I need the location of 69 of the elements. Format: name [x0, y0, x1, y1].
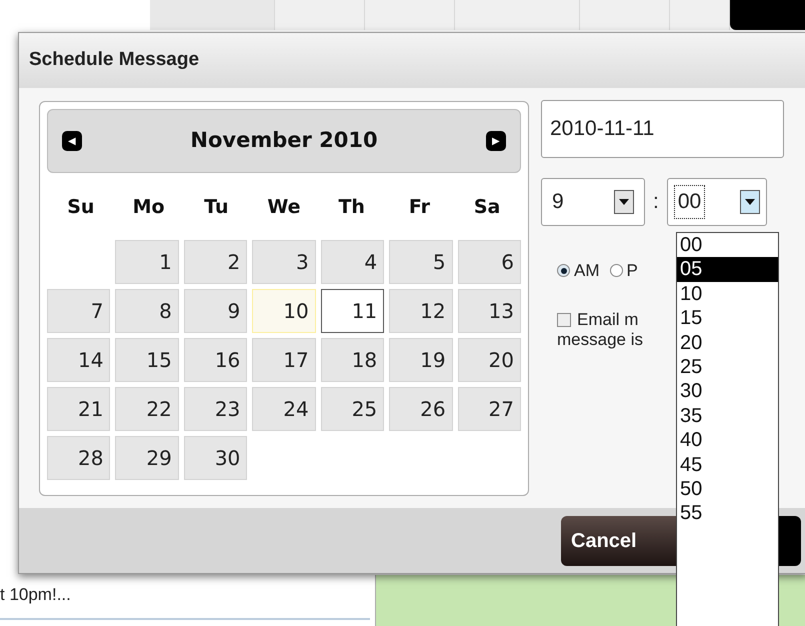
- day-cell[interactable]: 29: [115, 436, 179, 480]
- hour-value: 9: [552, 189, 564, 216]
- dark-button[interactable]: [779, 516, 801, 566]
- message-snippet: t 10pm!...: [0, 584, 71, 606]
- weekday-label: Su: [66, 194, 96, 220]
- email-option-label: Email m: [577, 310, 638, 330]
- time-separator: :: [653, 189, 659, 216]
- minute-option[interactable]: 45: [677, 452, 778, 478]
- minute-option[interactable]: 15: [677, 306, 778, 331]
- hour-select[interactable]: 9: [541, 178, 645, 226]
- day-cell[interactable]: 3: [252, 240, 316, 284]
- minute-value: 00: [674, 185, 706, 219]
- day-cell[interactable]: 2: [184, 240, 248, 284]
- day-cell[interactable]: 22: [115, 387, 179, 431]
- day-cell[interactable]: 16: [184, 338, 248, 382]
- day-cell[interactable]: 23: [184, 387, 248, 431]
- weekday-label: Mo: [132, 194, 166, 220]
- minute-option[interactable]: 55: [677, 501, 778, 526]
- day-cell[interactable]: 7: [47, 289, 110, 333]
- email-checkbox[interactable]: [557, 313, 571, 327]
- day-cell[interactable]: 18: [320, 338, 384, 382]
- day-cell[interactable]: 11: [320, 289, 384, 333]
- minute-option[interactable]: 20: [677, 330, 778, 356]
- day-cell[interactable]: 1: [115, 240, 179, 284]
- day-cell[interactable]: 25: [320, 387, 384, 431]
- toolbar-button[interactable]: [150, 0, 275, 30]
- weekday-label: Fr: [408, 194, 431, 220]
- email-option-label: message is: [557, 330, 643, 350]
- day-cell[interactable]: 8: [115, 289, 179, 333]
- minute-option[interactable]: 35: [677, 404, 778, 428]
- toolbar-button[interactable]: [730, 0, 805, 30]
- day-cell[interactable]: 24: [252, 387, 316, 431]
- day-cell[interactable]: 14: [47, 338, 110, 382]
- day-cell[interactable]: 20: [458, 338, 521, 382]
- weekday-label: Tu: [203, 194, 230, 220]
- day-cell[interactable]: 9: [184, 289, 248, 333]
- day-cell[interactable]: 27: [458, 387, 521, 431]
- day-cell[interactable]: 19: [389, 338, 453, 382]
- minute-select[interactable]: 00: [666, 178, 767, 226]
- minute-option[interactable]: 10: [677, 282, 778, 306]
- minute-option[interactable]: 40: [677, 428, 778, 453]
- minute-option[interactable]: 30: [677, 379, 778, 404]
- minute-option[interactable]: 25: [677, 355, 778, 380]
- day-cell[interactable]: 10: [252, 289, 316, 333]
- minute-option[interactable]: 50: [677, 477, 778, 502]
- weekday-label: Th: [337, 194, 366, 220]
- day-cell[interactable]: 15: [115, 338, 179, 382]
- minute-option[interactable]: 05: [677, 257, 778, 282]
- month-title: November 2010: [190, 127, 378, 154]
- radio-label: AM: [574, 260, 600, 282]
- weekday-label: We: [266, 194, 302, 220]
- minute-option[interactable]: 00: [677, 233, 778, 258]
- day-cell[interactable]: 13: [458, 289, 521, 333]
- day-cell[interactable]: 28: [47, 436, 110, 480]
- day-cell[interactable]: 30: [184, 436, 248, 480]
- day-cell[interactable]: 12: [389, 289, 453, 333]
- next-month-button[interactable]: ▶: [486, 131, 506, 151]
- radio-label: P: [626, 260, 638, 282]
- day-cell[interactable]: 5: [389, 240, 453, 284]
- previous-month-button[interactable]: ◀: [62, 131, 82, 151]
- day-cell[interactable]: 26: [389, 387, 453, 431]
- date-field[interactable]: 2010-11-11: [541, 100, 784, 158]
- day-cell[interactable]: 4: [320, 240, 384, 284]
- day-cell[interactable]: 6: [458, 240, 521, 284]
- cancel-button[interactable]: Cancel: [561, 516, 676, 566]
- day-cell[interactable]: 21: [47, 387, 110, 431]
- day-cell[interactable]: 17: [252, 338, 316, 382]
- weekday-label: Sa: [472, 194, 502, 220]
- dialog-title: Schedule Message: [29, 48, 200, 72]
